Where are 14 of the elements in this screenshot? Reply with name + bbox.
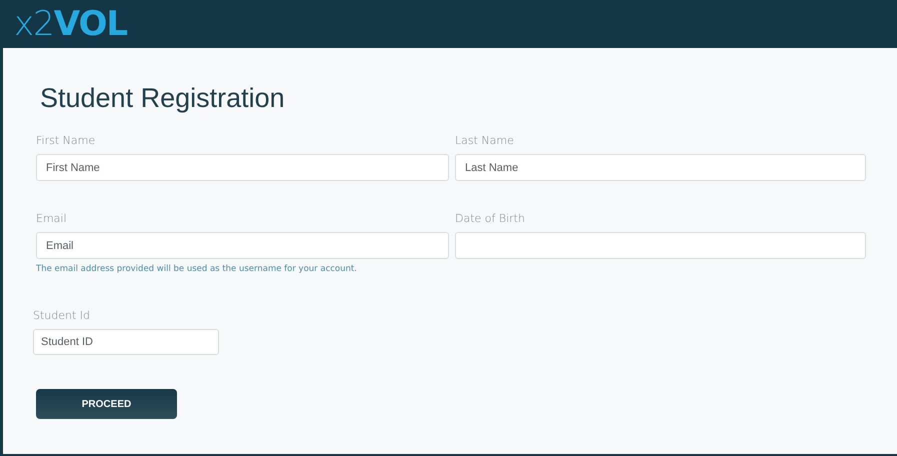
field-label: Student Id xyxy=(33,309,92,322)
field-label: First Name xyxy=(36,134,96,147)
page-title: Student Registration xyxy=(40,83,286,114)
input-field[interactable]: Last Name xyxy=(455,154,866,181)
field-label: Date of Birth xyxy=(455,212,526,225)
field-label: Last Name xyxy=(455,134,515,147)
proceed-button[interactable]: PROCEED xyxy=(36,389,177,419)
input-field[interactable] xyxy=(455,232,866,259)
input-field[interactable]: Student ID xyxy=(33,329,219,355)
logo[interactable]: x2VOL xyxy=(14,7,128,41)
help-text: The email address provided will be used as the username for your account. xyxy=(36,264,358,274)
field-label: Email xyxy=(36,212,68,225)
input-field[interactable]: Email xyxy=(36,232,449,259)
input-field[interactable]: First Name xyxy=(36,154,449,181)
